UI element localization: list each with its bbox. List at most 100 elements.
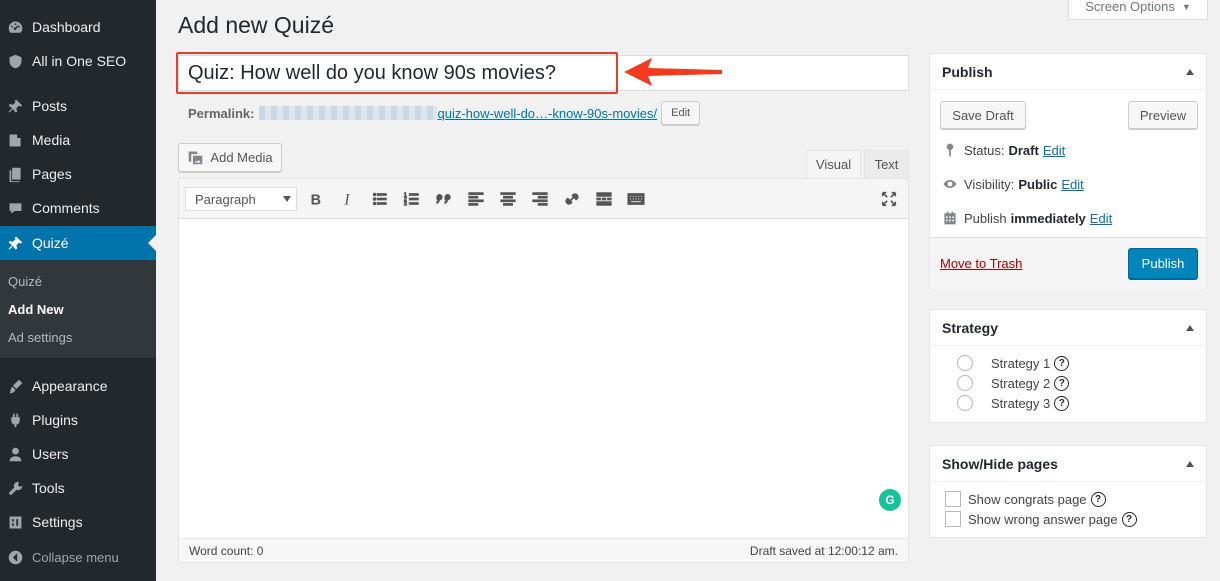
sidebar-item-label: Comments — [32, 200, 100, 216]
help-icon[interactable]: ? — [1054, 375, 1070, 391]
sidebar-item-label: Plugins — [32, 412, 78, 428]
sidebar-item-media[interactable]: Media — [0, 123, 156, 157]
strategy-1-radio[interactable] — [957, 355, 973, 371]
sidebar-item-quize[interactable]: Quizé — [0, 226, 156, 260]
numbered-list-icon[interactable]: 123 — [402, 189, 422, 209]
sidebar-item-pages[interactable]: Pages — [0, 157, 156, 191]
shield-icon — [5, 51, 25, 71]
help-icon[interactable]: ? — [1090, 491, 1106, 507]
permalink-blurred-domain — [259, 106, 438, 120]
submenu-item-ad-settings[interactable]: Ad settings — [8, 330, 72, 345]
show-hide-box-header[interactable]: Show/Hide pages — [930, 446, 1206, 482]
help-icon[interactable]: ? — [1054, 355, 1070, 371]
save-draft-button[interactable]: Save Draft — [940, 101, 1026, 129]
tab-visual[interactable]: Visual — [806, 150, 861, 178]
word-count: Word count: 0 — [189, 543, 264, 558]
editor-content-area[interactable] — [179, 219, 908, 539]
sidebar-item-comments[interactable]: Comments — [0, 191, 156, 225]
sidebar-item-label: Tools — [32, 480, 65, 496]
move-to-trash-link[interactable]: Move to Trash — [940, 256, 1022, 271]
toolbar-toggle-icon[interactable] — [626, 189, 646, 209]
sidebar-item-posts[interactable]: Posts — [0, 89, 156, 123]
collapse-icon — [5, 547, 25, 567]
strategy-2-radio[interactable] — [957, 375, 973, 391]
read-more-icon[interactable] — [594, 189, 614, 209]
show-wrong-answer-checkbox[interactable] — [945, 511, 961, 527]
schedule-label: Publish — [964, 210, 1007, 226]
fullscreen-icon[interactable] — [879, 189, 899, 209]
sidebar-item-label: Quizé — [32, 235, 69, 251]
chevron-up-icon[interactable] — [1186, 461, 1194, 467]
title-field-wrapper — [178, 55, 909, 91]
eye-icon — [943, 180, 957, 188]
align-left-icon[interactable] — [466, 189, 486, 209]
settings-icon — [5, 512, 25, 532]
screen-options-button[interactable]: Screen Options ▼ — [1068, 0, 1208, 20]
grammarly-icon[interactable]: G — [879, 489, 901, 511]
sidebar-item-appearance[interactable]: Appearance — [0, 369, 156, 403]
sidebar-item-label: All in One SEO — [32, 53, 127, 69]
align-center-icon[interactable] — [498, 189, 518, 209]
help-icon[interactable]: ? — [1054, 395, 1070, 411]
chevron-up-icon[interactable] — [1186, 69, 1194, 75]
caret-down-icon: ▼ — [1181, 1, 1191, 12]
format-select[interactable]: Paragraph — [185, 187, 297, 211]
italic-icon[interactable]: I — [338, 189, 358, 209]
chevron-up-icon[interactable] — [1186, 325, 1194, 331]
pushpin-icon — [5, 233, 25, 253]
strategy-box-title: Strategy — [942, 319, 999, 336]
show-congrats-option[interactable]: Show congrats page ? — [945, 491, 1106, 507]
paintbrush-icon — [5, 376, 25, 396]
sidebar-item-tools[interactable]: Tools — [0, 471, 156, 505]
svg-text:3: 3 — [404, 201, 407, 207]
sidebar-item-plugins[interactable]: Plugins — [0, 403, 156, 437]
editor-status-bar: Word count: 0 Draft saved at 12:00:12 am… — [179, 538, 908, 562]
dashboard-icon — [5, 17, 25, 37]
strategy-option[interactable]: Strategy 2 ? — [957, 375, 1070, 391]
link-icon[interactable] — [562, 189, 582, 209]
status-label: Status: — [964, 142, 1005, 158]
preview-button[interactable]: Preview — [1128, 101, 1198, 129]
publish-button[interactable]: Publish — [1128, 248, 1198, 279]
edit-schedule-link[interactable]: Edit — [1090, 211, 1112, 226]
post-title-input[interactable] — [179, 56, 908, 90]
status-value: Draft — [1008, 142, 1039, 158]
strategy-3-radio[interactable] — [957, 395, 973, 411]
editor-toolbar: Paragraph B I 123 — [179, 179, 908, 219]
content-editor: Paragraph B I 123 G Word count: 0 Draft … — [178, 178, 909, 563]
add-media-button[interactable]: Add Media — [178, 143, 282, 172]
blockquote-icon[interactable] — [434, 189, 454, 209]
show-congrats-checkbox[interactable] — [945, 491, 961, 507]
bullet-list-icon[interactable] — [370, 189, 390, 209]
edit-status-link[interactable]: Edit — [1043, 143, 1065, 158]
collapse-menu-button[interactable]: Collapse menu — [0, 540, 156, 574]
quize-submenu: Quizé Add New Ad settings — [0, 260, 156, 358]
schedule-value: immediately — [1010, 210, 1086, 226]
show-wrong-answer-option[interactable]: Show wrong answer page ? — [945, 511, 1137, 527]
align-right-icon[interactable] — [530, 189, 550, 209]
sidebar-item-label: Settings — [32, 514, 83, 530]
sidebar-item-label: Appearance — [32, 378, 108, 394]
sidebar-item-dashboard[interactable]: Dashboard — [0, 10, 156, 44]
visibility-label: Visibility: — [964, 176, 1015, 192]
submenu-item-quize[interactable]: Quizé — [8, 274, 42, 289]
page-title: Add new Quizé — [178, 12, 334, 38]
tab-text[interactable]: Text — [864, 150, 909, 178]
sidebar-item-settings[interactable]: Settings — [0, 505, 156, 539]
bold-icon[interactable]: B — [306, 189, 326, 209]
svg-text:I: I — [343, 191, 350, 208]
visibility-value: Public — [1018, 176, 1058, 192]
publish-box-header[interactable]: Publish — [930, 54, 1206, 90]
sidebar-item-users[interactable]: Users — [0, 437, 156, 471]
submenu-item-add-new[interactable]: Add New — [8, 302, 64, 317]
strategy-box-header[interactable]: Strategy — [930, 310, 1206, 346]
edit-visibility-link[interactable]: Edit — [1061, 177, 1083, 192]
strategy-option[interactable]: Strategy 1 ? — [957, 355, 1070, 371]
help-icon[interactable]: ? — [1121, 511, 1137, 527]
permalink-link[interactable]: quiz-how-well-do…-know-90s-movies/ — [437, 106, 657, 121]
permalink-label: Permalink: — [188, 105, 255, 121]
permalink-edit-button[interactable]: Edit — [661, 101, 701, 125]
strategy-option[interactable]: Strategy 3 ? — [957, 395, 1070, 411]
publish-box: Publish Save Draft Preview Status: Draft… — [929, 53, 1207, 289]
sidebar-item-all-in-one-seo[interactable]: All in One SEO — [0, 44, 156, 78]
